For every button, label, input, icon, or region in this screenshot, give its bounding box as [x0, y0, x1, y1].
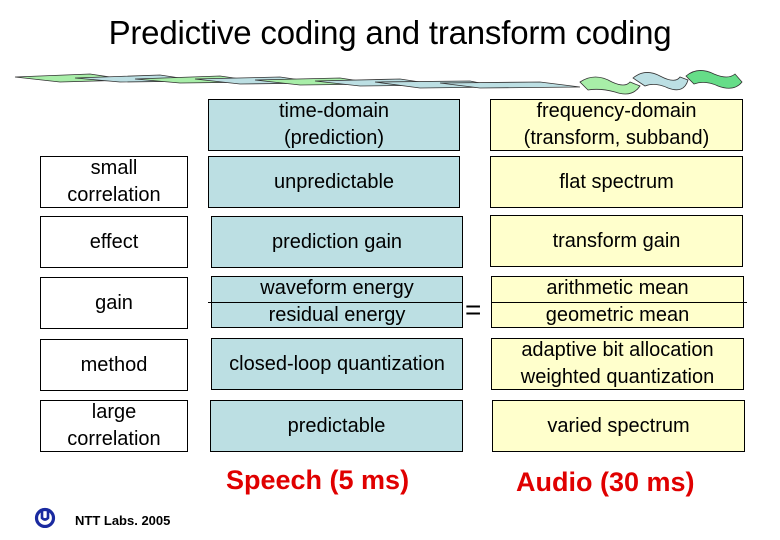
- cell-text: prediction gain: [271, 230, 403, 253]
- numerator: waveform energy: [260, 277, 414, 299]
- cell-predictable: predictable: [210, 400, 463, 452]
- label-line: correlation: [67, 184, 161, 206]
- frequency-domain-header-line1: frequency-domain: [536, 100, 697, 122]
- row-label-gain: gain: [40, 277, 188, 329]
- time-domain-header-line1: time-domain: [278, 100, 390, 122]
- cell-text: unpredictable: [273, 170, 395, 193]
- row-label-effect: effect: [40, 216, 188, 268]
- label-line: correlation: [67, 428, 161, 450]
- fraction-bar-prediction: [208, 302, 463, 303]
- cell-text: transform gain: [552, 229, 681, 252]
- footer-credit: NTT Labs. 2005: [75, 513, 171, 528]
- cell-varied-spectrum: varied spectrum: [492, 400, 745, 452]
- wave-shape: [632, 72, 689, 91]
- cell-prediction-gain: prediction gain: [211, 216, 463, 268]
- cell-text: weighted quantization: [520, 366, 715, 388]
- label-line: large: [91, 401, 137, 423]
- slide-title: Predictive coding and transform coding: [108, 14, 672, 51]
- cell-text: adaptive bit allocation: [521, 339, 714, 361]
- denominator: geometric mean: [545, 304, 690, 326]
- decorative-wave-banner: [14, 70, 743, 95]
- cell-transform-gain: transform gain: [490, 215, 743, 267]
- equals-sign: =: [465, 294, 482, 325]
- cell-text: predictable: [287, 414, 386, 437]
- time-domain-header: time-domain (prediction): [208, 99, 460, 151]
- cell-adaptive-bit-allocation: adaptive bit allocation weighted quantiz…: [491, 338, 744, 390]
- frequency-domain-header: frequency-domain (transform, subband): [490, 99, 743, 151]
- cell-flat-spectrum: flat spectrum: [490, 156, 743, 208]
- speech-label: Speech (5 ms): [226, 465, 410, 495]
- label-line: gain: [95, 291, 133, 314]
- cell-closed-loop-quantization: closed-loop quantization: [211, 338, 463, 390]
- label-line: method: [80, 353, 148, 376]
- cell-text: varied spectrum: [547, 414, 690, 437]
- wave-shape: [685, 70, 743, 89]
- cell-text: closed-loop quantization: [229, 352, 445, 375]
- cell-unpredictable: unpredictable: [208, 156, 460, 208]
- label-line: effect: [89, 230, 139, 253]
- label-line: small: [90, 157, 138, 179]
- ntt-logo-icon: [34, 507, 56, 528]
- numerator: arithmetic mean: [546, 277, 689, 299]
- time-domain-header-line2: (prediction): [283, 127, 385, 149]
- denominator: residual energy: [268, 304, 406, 326]
- fraction-bar-transform: [491, 302, 747, 303]
- row-label-method: method: [40, 339, 188, 391]
- audio-label: Audio (30 ms): [516, 467, 695, 497]
- frequency-domain-header-line2: (transform, subband): [523, 127, 710, 149]
- row-label-small-correlation: small correlation: [40, 156, 188, 208]
- cell-text: flat spectrum: [559, 170, 674, 193]
- wave-shape: [579, 76, 641, 95]
- row-label-large-correlation: large correlation: [40, 400, 188, 452]
